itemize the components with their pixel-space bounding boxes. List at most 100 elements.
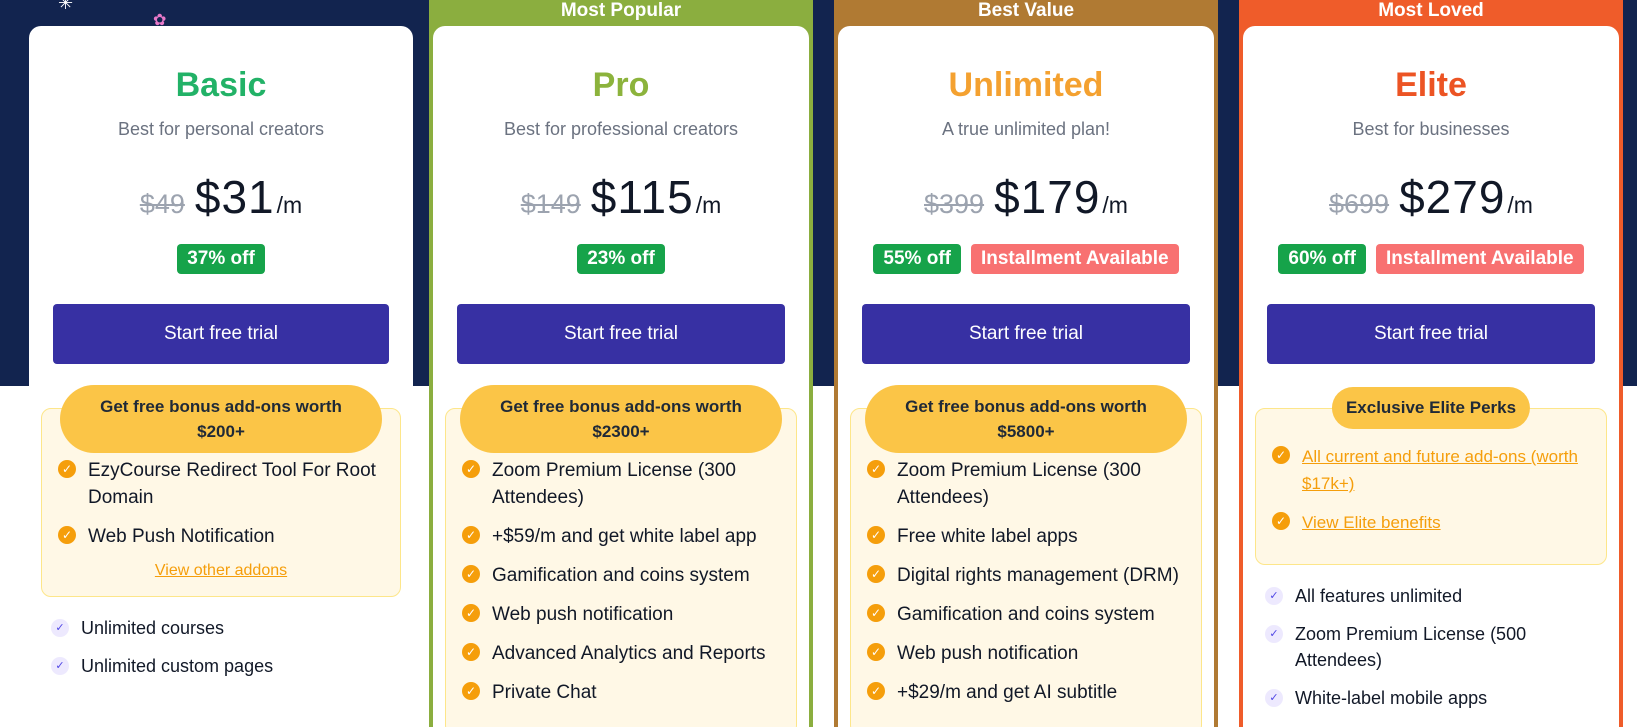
perks-list: ✓ All current and future add-ons (worth $… [1272,443,1590,536]
bonus-item: ✓ Gamification and coins system [462,562,780,589]
check-icon: ✓ [1265,587,1283,605]
plan-name: Pro [592,66,650,104]
current-price: $279 [1399,171,1506,223]
bonus-box: Get free bonus add-ons worth $2300+ ✓ Zoo… [445,385,797,727]
current-price: $115 [590,171,694,223]
all-addons-link[interactable]: All current and future add-ons (worth $1… [1302,443,1590,497]
start-free-trial-button[interactable]: Start free trial [862,304,1190,364]
badges: 37% off [29,244,413,274]
bonus-item: ✓ Web Push Notification [58,523,384,550]
plan-name: Basic [175,66,267,104]
bonus-item: ✓ Private Chat [462,679,780,706]
feature-item: ✓ Unlimited custom pages [51,653,391,679]
check-icon: ✓ [867,682,885,700]
bonus-item: ✓ +$29/m and get AI subtitle [867,679,1185,706]
bonus-item: ✓ EzyCourse Redirect Tool For Root Domain [58,457,384,511]
check-icon: ✓ [58,460,76,478]
check-icon: ✓ [462,565,480,583]
price-row: $149 $115 /m [433,170,809,224]
check-icon: ✓ [462,643,480,661]
plan-card: Elite Best for businesses $699 $279 /m 6… [1243,26,1619,727]
check-icon: ✓ [867,460,885,478]
check-icon: ✓ [462,682,480,700]
start-free-trial-button[interactable]: Start free trial [1267,304,1595,364]
old-price: $149 [520,189,581,219]
badges: 55% off Installment Available [838,244,1214,274]
feature-list: ✓ Unlimited courses ✓ Unlimited custom pag… [51,615,391,679]
old-price: $699 [1329,189,1390,219]
feature-item: ✓ All features unlimited [1265,583,1597,609]
check-icon: ✓ [867,526,885,544]
feature-item: ✓ Unlimited courses [51,615,391,641]
bonus-box: Get free bonus add-ons worth $200+ ✓ EzyC… [41,385,401,597]
discount-badge: 60% off [1278,244,1366,274]
discount-badge: 23% off [577,244,665,274]
installment-badge: Installment Available [970,244,1179,274]
price-row: $699 $279 /m [1243,170,1619,224]
plan-unlimited: Best Value Unlimited A true unlimited pl… [834,0,1218,727]
check-icon: ✓ [51,657,69,675]
ribbon-most-loved: Most Loved [1378,0,1484,21]
ribbon-best-value: Best Value [977,0,1075,21]
plan-name: Elite [1395,66,1467,104]
bonus-item: ✓ Gamification and coins system [867,601,1185,628]
bonus-item: ✓ Web push notification [462,601,780,628]
check-icon: ✓ [1272,446,1290,464]
bonus-item: ✓ Advanced Analytics and Reports [462,640,780,667]
feature-list: ✓ All features unlimited ✓ Zoom Premium Li… [1265,583,1597,711]
check-icon: ✓ [867,604,885,622]
bonus-list: ✓ Zoom Premium License (300 Attendees) ✓ +… [462,457,780,706]
price-row: $49 $31 /m [29,170,413,224]
bonus-item: ✓ Web push notification [867,640,1185,667]
bonus-item: ✓ Zoom Premium License (300 Attendees) [462,457,780,511]
start-free-trial-button[interactable]: Start free trial [457,304,785,364]
bonus-item: ✓ Free white label apps [867,523,1185,550]
bonus-list: ✓ EzyCourse Redirect Tool For Root Domain… [58,457,384,550]
bonus-item: ✓ Zoom Premium License (300 Attendees) [867,457,1185,511]
badges: 60% off Installment Available [1243,244,1619,274]
badges: 23% off [433,244,809,274]
current-price: $179 [994,171,1101,223]
bonus-title: Get free bonus add-ons worth $2300+ [460,385,782,453]
bonus-item: ✓ Digital rights management (DRM) [867,562,1185,589]
price-unit: /m [1102,192,1128,218]
bonus-box: Get free bonus add-ons worth $5800+ ✓ Zoo… [850,385,1202,727]
old-price: $49 [139,189,185,219]
check-icon: ✓ [462,604,480,622]
perk-item: ✓ View Elite benefits [1272,509,1590,536]
feature-item: ✓ White-label mobile apps [1265,685,1597,711]
check-icon: ✓ [1272,512,1290,530]
perks-title: Exclusive Elite Perks [1331,387,1531,429]
price-unit: /m [695,192,722,218]
check-icon: ✓ [867,643,885,661]
feature-item: ✓ Zoom Premium License (500 Attendees) [1265,621,1597,673]
perk-item: ✓ All current and future add-ons (worth $… [1272,443,1590,497]
start-free-trial-button[interactable]: Start free trial [53,304,389,364]
price-unit: /m [276,192,303,218]
price-unit: /m [1507,192,1533,218]
plan-name: Unlimited [948,66,1104,104]
bonus-item: ✓ +$59/m and get white label app [462,523,780,550]
plan-card: Unlimited A true unlimited plan! $399 $1… [838,26,1214,727]
bonus-title: Get free bonus add-ons worth $200+ [60,385,382,453]
bonus-title: Get free bonus add-ons worth $5800+ [865,385,1187,453]
ribbon-most-popular: Most Popular [560,0,682,21]
check-icon: ✓ [1265,625,1283,643]
view-other-addons-link[interactable]: View other addons [58,562,384,580]
plan-card: Basic Best for personal creators $49 $31… [29,26,413,727]
check-icon: ✓ [1265,689,1283,707]
plan-pro: Most Popular Pro Best for professional c… [429,0,813,727]
plan-card: Pro Best for professional creators $149 … [433,26,809,727]
plan-tagline: Best for businesses [1352,119,1510,139]
perks-box: Exclusive Elite Perks ✓ All current and f… [1255,387,1607,565]
check-icon: ✓ [51,619,69,637]
installment-badge: Installment Available [1375,244,1584,274]
discount-badge: 37% off [177,244,265,274]
plan-tagline: Best for professional creators [503,119,739,139]
price-row: $399 $179 /m [838,170,1214,224]
check-icon: ✓ [58,526,76,544]
plan-elite: Most Loved Elite Best for businesses $69… [1239,0,1623,727]
check-icon: ✓ [462,460,480,478]
view-elite-benefits-link[interactable]: View Elite benefits [1302,509,1441,536]
check-icon: ✓ [867,565,885,583]
